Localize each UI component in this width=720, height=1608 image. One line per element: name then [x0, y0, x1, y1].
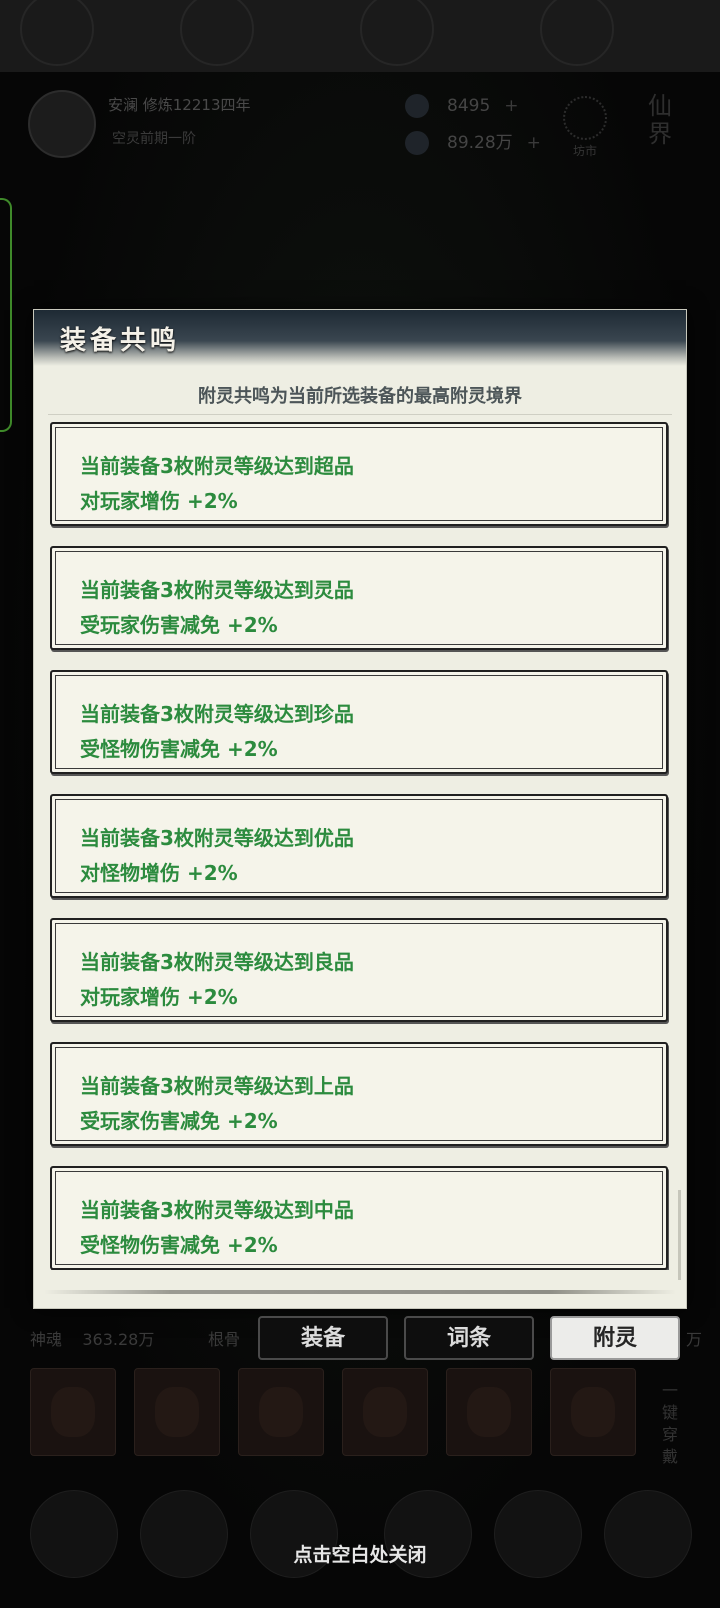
market-label: 坊市 — [572, 144, 597, 158]
swirl-decoration — [180, 0, 254, 66]
resource-2-value: 89.28万 — [447, 133, 513, 153]
effect-requirement: 当前装备3枚附灵等级达到超品 — [80, 454, 354, 478]
soul-stat-value: 363.28万 — [82, 1330, 155, 1349]
add-resource-2-button: + — [526, 133, 541, 153]
dialog-bottom-edge — [44, 1290, 676, 1294]
player-avatar — [28, 90, 96, 158]
tap-to-close-hint[interactable]: 点击空白处关闭 — [0, 1540, 720, 1567]
bone-stat-label: 根骨 — [208, 1330, 241, 1349]
dialog-header: 装备共鸣 — [34, 310, 686, 366]
effect-bonus: 受玩家伤害减免 +2% — [80, 1109, 278, 1133]
swirl-decoration — [360, 0, 434, 66]
equip-all-button: 一键穿戴 — [662, 1381, 679, 1466]
dialog-title: 装备共鸣 — [60, 326, 181, 356]
add-resource-1-button: + — [504, 96, 519, 116]
dialog-subtitle: 附灵共鸣为当前所选装备的最高附灵境界 — [198, 386, 522, 407]
immortal-realm-button: 仙界 — [648, 92, 672, 148]
effect-bonus: 受玩家伤害减免 +2% — [80, 613, 278, 637]
effect-bonus: 对怪物增伤 +2% — [80, 861, 238, 885]
resonance-effect-card: 当前装备3枚附灵等级达到超品 对玩家增伤 +2% — [50, 422, 668, 526]
player-name: 安澜 修炼12213四年 — [108, 96, 251, 114]
equipment-slot — [342, 1368, 428, 1456]
resource-1-value: 8495 — [447, 96, 491, 116]
water-drop-icon — [405, 131, 429, 155]
tab-enchant[interactable]: 附灵 — [550, 1316, 680, 1360]
effect-requirement: 当前装备3枚附灵等级达到灵品 — [80, 578, 354, 602]
tab-affix[interactable]: 词条 — [404, 1316, 534, 1360]
effect-requirement: 当前装备3枚附灵等级达到中品 — [80, 1198, 354, 1222]
effect-bonus: 受怪物伤害减免 +2% — [80, 737, 278, 761]
player-realm: 空灵前期一阶 — [112, 131, 196, 147]
tab-equipment[interactable]: 装备 — [258, 1316, 388, 1360]
effect-requirement: 当前装备3枚附灵等级达到良品 — [80, 950, 354, 974]
resonance-effect-list[interactable]: 当前装备3枚附灵等级达到超品 对玩家增伤 +2% 当前装备3枚附灵等级达到灵品 … — [50, 422, 676, 1270]
resonance-effect-card: 当前装备3枚附灵等级达到良品 对玩家增伤 +2% — [50, 918, 668, 1022]
effect-requirement: 当前装备3枚附灵等级达到珍品 — [80, 702, 354, 726]
resonance-effect-card: 当前装备3枚附灵等级达到中品 受怪物伤害减免 +2% — [50, 1166, 668, 1270]
effect-requirement: 当前装备3枚附灵等级达到优品 — [80, 826, 354, 850]
market-button: 坊市 — [560, 96, 610, 159]
equipment-slot — [550, 1368, 636, 1456]
top-banner — [0, 0, 720, 73]
effect-bonus: 受怪物伤害减免 +2% — [80, 1233, 278, 1257]
side-drawer-tab — [0, 198, 12, 432]
soul-stat-label: 神魂 — [30, 1330, 63, 1349]
equipment-slot — [446, 1368, 532, 1456]
resource-row-1: 8495 + — [405, 94, 519, 118]
resonance-effect-card: 当前装备3枚附灵等级达到珍品 受怪物伤害减免 +2% — [50, 670, 668, 774]
resource-row-2: 89.28万 + — [405, 128, 541, 155]
right-stat-unit: 万 — [686, 1330, 703, 1349]
equipment-slot — [30, 1368, 116, 1456]
equipment-slot — [134, 1368, 220, 1456]
effect-bonus: 对玩家增伤 +2% — [80, 489, 238, 513]
swirl-decoration — [20, 0, 94, 66]
market-icon — [563, 96, 607, 140]
resonance-effect-card: 当前装备3枚附灵等级达到灵品 受玩家伤害减免 +2% — [50, 546, 668, 650]
spirit-stone-icon — [405, 94, 429, 118]
divider — [48, 414, 672, 415]
equipment-slot — [238, 1368, 324, 1456]
resonance-effect-card: 当前装备3枚附灵等级达到优品 对怪物增伤 +2% — [50, 794, 668, 898]
resonance-effect-card: 当前装备3枚附灵等级达到上品 受玩家伤害减免 +2% — [50, 1042, 668, 1146]
soul-stat: 神魂 363.28万 — [30, 1326, 154, 1350]
swirl-decoration — [540, 0, 614, 66]
effect-bonus: 对玩家增伤 +2% — [80, 985, 238, 1009]
list-scrollbar[interactable] — [678, 1190, 681, 1280]
equipment-resonance-dialog: 装备共鸣 附灵共鸣为当前所选装备的最高附灵境界 当前装备3枚附灵等级达到超品 对… — [34, 310, 686, 1308]
effect-requirement: 当前装备3枚附灵等级达到上品 — [80, 1074, 354, 1098]
